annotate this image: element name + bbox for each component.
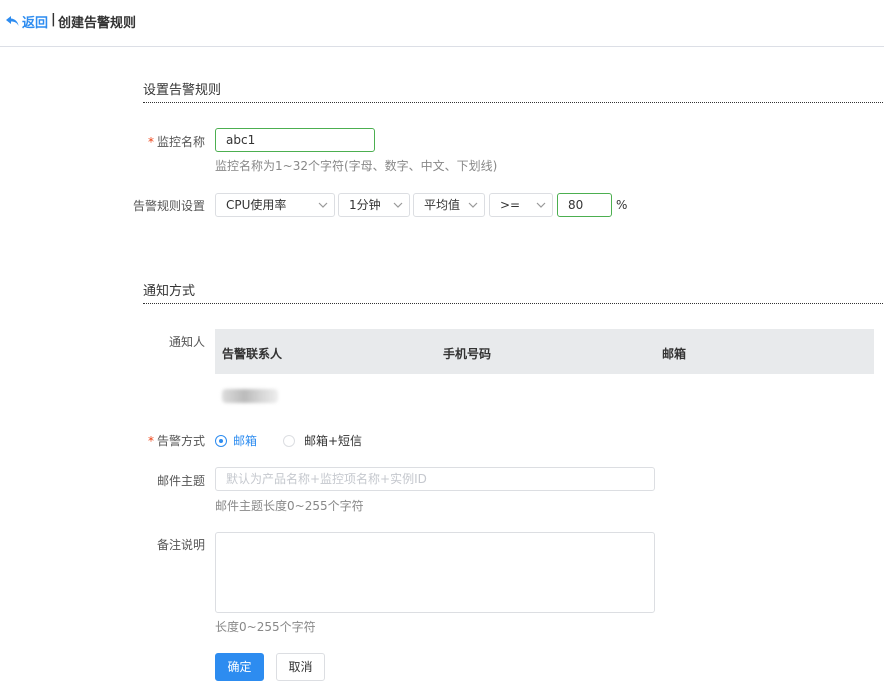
- back-arrow-icon: [6, 16, 19, 26]
- back-label: 返回: [22, 16, 49, 31]
- section-divider-notify: [143, 303, 883, 304]
- threshold-unit: %: [616, 198, 628, 212]
- top-bar: 返回 | 创建告警规则: [0, 0, 884, 47]
- confirm-button[interactable]: 确定: [215, 653, 264, 681]
- metric-select[interactable]: CPU使用率: [215, 193, 335, 217]
- redacted-contact: [222, 389, 278, 403]
- radio-email[interactable]: 邮箱: [215, 432, 257, 449]
- title-separator: |: [51, 12, 56, 27]
- column-phone: 手机号码: [443, 347, 492, 361]
- radio-email-sms-label: 邮箱+短信: [304, 434, 363, 448]
- period-select-value: 1分钟: [349, 198, 381, 212]
- operator-select[interactable]: >=: [489, 193, 553, 217]
- monitor-name-label-text: 监控名称: [156, 135, 205, 149]
- rule-setting-label: 告警规则设置: [132, 199, 205, 213]
- cancel-button[interactable]: 取消: [276, 653, 325, 681]
- metric-select-value: CPU使用率: [226, 198, 287, 212]
- remark-textarea[interactable]: [215, 532, 655, 613]
- radio-email-label: 邮箱: [233, 434, 258, 448]
- monitor-name-input[interactable]: abc1: [215, 128, 375, 152]
- statistic-select[interactable]: 平均值: [413, 193, 485, 217]
- mail-subject-hint: 邮件主题长度0~255个字符: [215, 499, 364, 513]
- required-mark: *: [147, 135, 154, 149]
- chevron-down-icon: [393, 202, 403, 208]
- radio-email-sms[interactable]: 邮箱+短信: [283, 432, 362, 449]
- required-mark: *: [147, 434, 154, 448]
- page-title: 创建告警规则: [58, 16, 137, 31]
- monitor-name-hint: 监控名称为1~32个字符(字母、数字、中文、下划线): [215, 159, 498, 173]
- chevron-down-icon: [318, 202, 328, 208]
- section-title-rule: 设置告警规则: [143, 83, 222, 98]
- section-divider-rule: [143, 102, 883, 103]
- period-select[interactable]: 1分钟: [338, 193, 410, 217]
- alarm-method-label-text: 告警方式: [156, 434, 205, 448]
- notify-label: 通知人: [168, 335, 205, 349]
- mail-subject-input[interactable]: 默认为产品名称+监控项名称+实例ID: [215, 467, 655, 491]
- radio-unchecked-icon: [283, 434, 295, 447]
- threshold-input[interactable]: 80: [557, 193, 612, 217]
- statistic-select-value: 平均值: [424, 198, 461, 212]
- radio-checked-icon: [215, 434, 227, 447]
- operator-select-value: >=: [500, 198, 521, 212]
- alarm-method-label: * 告警方式: [85, 432, 205, 449]
- chevron-down-icon: [468, 202, 478, 208]
- mail-subject-label: 邮件主题: [156, 474, 205, 488]
- remark-label: 备注说明: [156, 538, 205, 552]
- remark-hint: 长度0~255个字符: [215, 620, 316, 634]
- column-email: 邮箱: [662, 347, 687, 361]
- back-link[interactable]: 返回: [6, 12, 48, 31]
- contacts-table-header: 告警联系人 手机号码 邮箱: [215, 329, 874, 374]
- monitor-name-label: * 监控名称: [85, 133, 205, 150]
- column-contact: 告警联系人: [222, 347, 283, 361]
- chevron-down-icon: [536, 202, 546, 208]
- section-title-notify: 通知方式: [143, 284, 196, 299]
